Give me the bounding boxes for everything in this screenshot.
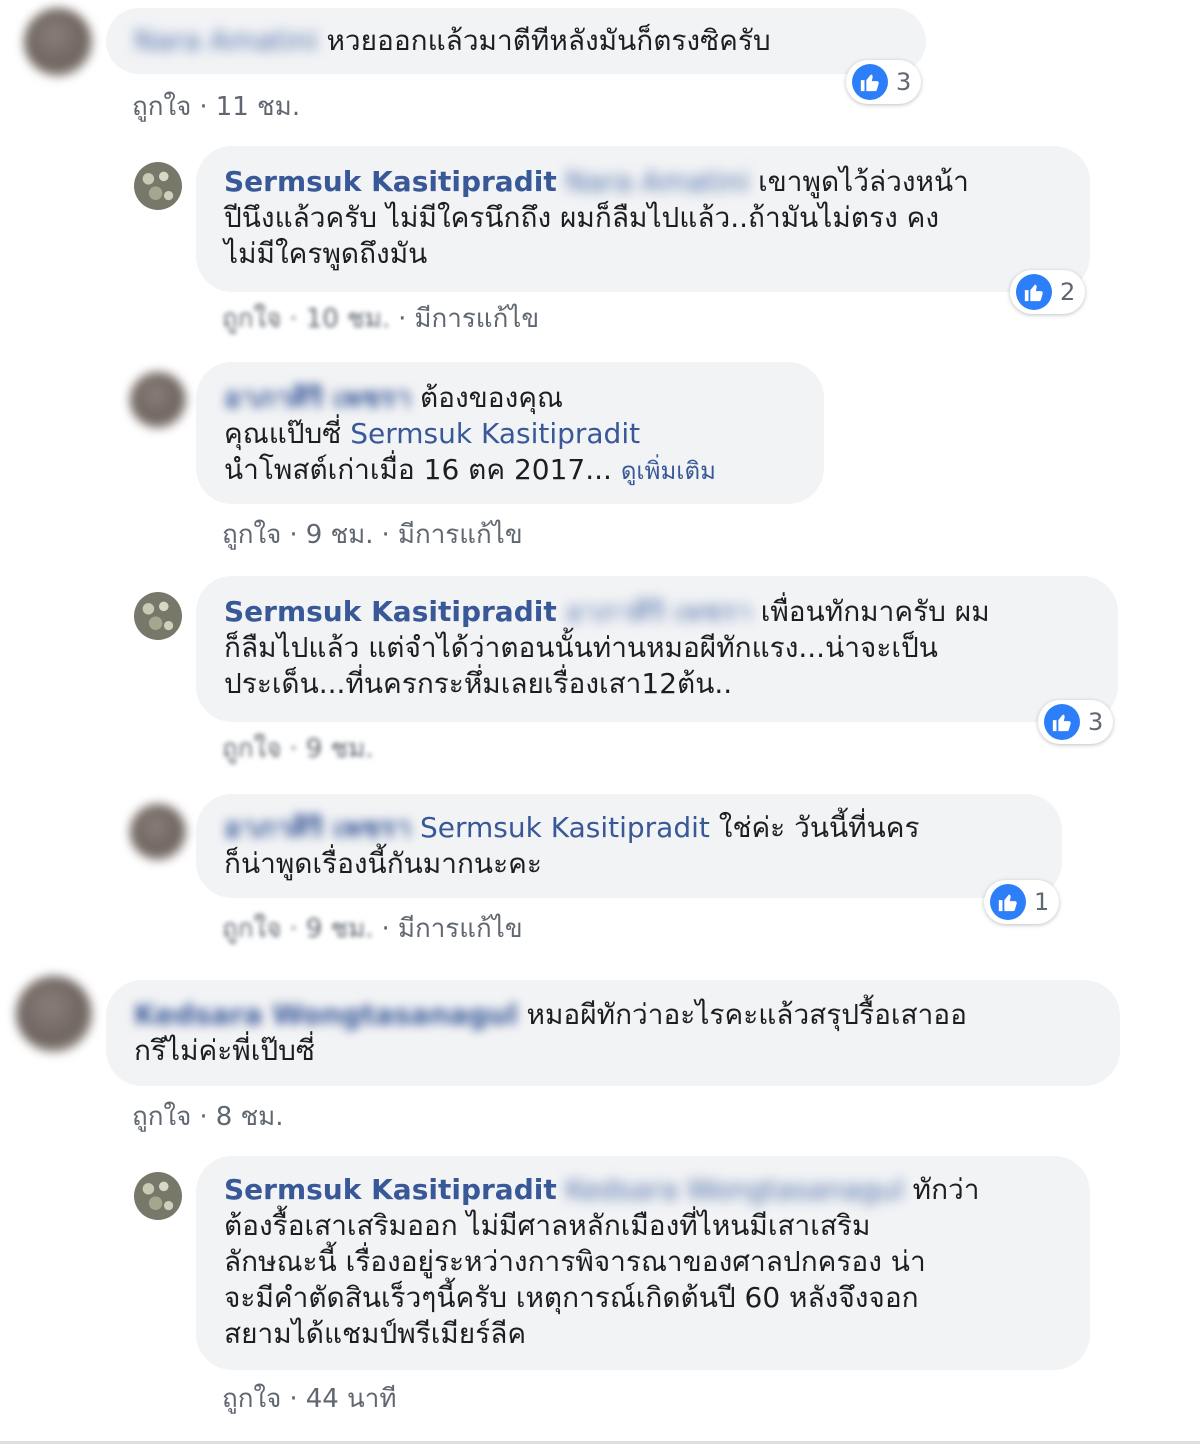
edited-label[interactable]: มีการแก้ไข: [398, 520, 523, 550]
comment-text-line: ปีนึงแล้วครับ ไม่มีใครนึกถึง ผมก็ลืมไปแล…: [224, 201, 940, 234]
comment-bubble: Sermsuk Kasitipradit อาภาศิริ เพชรา เพื่…: [196, 576, 1118, 722]
avatar[interactable]: [134, 1172, 182, 1220]
comment-text-line: ใช่ค่ะ วันนี้ที่นคร: [718, 811, 920, 844]
comment-text-line: จะมีคำตัดสินเร็วๆนี้ครับ เหตุการณ์เกิดต้…: [224, 1281, 919, 1314]
comment-meta: ถูกใจ · 44 นาที: [222, 1384, 397, 1414]
edited-label[interactable]: มีการแก้ไข: [414, 304, 539, 334]
comment-text: หวยออกแล้วมาตีทีหลังมันก็ตรงซิครับ: [326, 24, 771, 57]
like-link[interactable]: ถูกใจ: [222, 1384, 281, 1414]
comment-mention[interactable]: Nara Amatini: [566, 165, 750, 198]
comment-text-line: ก็ลืมไปแล้ว แต่จำได้ว่าตอนนั้นท่านหมอผีท…: [224, 631, 938, 664]
edited-label[interactable]: มีการแก้ไข: [398, 914, 523, 944]
like-thumb-icon: [852, 64, 888, 100]
comment-meta: ถูกใจ · 8 ชม.: [132, 1102, 284, 1132]
avatar[interactable]: [130, 804, 186, 860]
comment-bubble: อาภาศิริ เพชรา Sermsuk Kasitipradit ใช่ค…: [196, 794, 1062, 898]
comment-bubble: Sermsuk Kasitipradit Kedsara Wongtasanag…: [196, 1156, 1090, 1370]
comment-text-line: เพื่อนทักมาครับ ผม: [760, 595, 990, 628]
avatar[interactable]: [134, 162, 182, 210]
like-thumb-icon: [1016, 274, 1052, 310]
timestamp[interactable]: 10 ชม.: [306, 304, 390, 334]
avatar[interactable]: [130, 372, 186, 428]
like-thumb-icon: [1044, 704, 1080, 740]
reaction-count[interactable]: 2: [1010, 270, 1086, 314]
comment-text-line: ลักษณะนี้ เรื่องอยู่ระหว่างการพิจารณาของ…: [224, 1245, 926, 1278]
like-link[interactable]: ถูกใจ: [132, 1102, 191, 1132]
timestamp[interactable]: 44 นาที: [306, 1384, 397, 1414]
comment-text-line: ต้องของคุณ: [419, 381, 563, 414]
timestamp[interactable]: 9 ชม.: [306, 914, 374, 944]
timestamp[interactable]: 9 ชม.: [306, 520, 374, 550]
comment-text-line: หมอผีทักว่าอะไรคะแล้วสรุปรื้อเสาออ: [526, 998, 967, 1031]
comment-mention[interactable]: Kedsara Wongtasanagul: [566, 1173, 904, 1206]
reaction-number: 2: [1060, 278, 1076, 306]
comment-bubble: Sermsuk Kasitipradit Nara Amatini เขาพูด…: [196, 146, 1090, 292]
like-link[interactable]: ถูกใจ: [222, 914, 281, 944]
comment-meta: ถูกใจ · 9 ชม. · มีการแก้ไข: [222, 914, 523, 944]
comment-meta: ถูกใจ · 10 ชม. · มีการแก้ไข: [222, 304, 540, 334]
comment-mention[interactable]: Sermsuk Kasitipradit: [350, 417, 640, 450]
reaction-count[interactable]: 1: [984, 880, 1060, 924]
comment-text-line: ประเด็น...ที่นครกระหึ่มเลยเรื่องเสา12ต้น…: [224, 667, 733, 700]
reaction-count[interactable]: 3: [846, 60, 922, 104]
avatar[interactable]: [24, 8, 92, 76]
comment-text-line: คุณแป๊บซี่: [224, 417, 342, 450]
comment-author[interactable]: Kedsara Wongtasanagul: [134, 998, 518, 1031]
comment-text-line: ต้องรื้อเสาเสริมออก ไม่มีศาลหลักเมืองที่…: [224, 1209, 871, 1242]
comment-text-line: ไม่มีใครพูดถึงมัน: [224, 237, 428, 270]
comment-text-line: เขาพูดไว้ล่วงหน้า: [758, 165, 969, 198]
comment-meta: ถูกใจ · 9 ชม.: [222, 734, 374, 764]
comment-author[interactable]: Nara Amatini: [134, 24, 318, 57]
like-link[interactable]: ถูกใจ: [222, 734, 281, 764]
like-link[interactable]: ถูกใจ: [222, 304, 281, 334]
timestamp[interactable]: 11 ชม.: [216, 92, 300, 122]
comment-mention[interactable]: อาภาศิริ เพชรา: [566, 595, 752, 628]
comment-text-line: กรึไม่ค่ะพี่เป๊บซี่: [134, 1034, 315, 1067]
comment-author[interactable]: อาภาศิริ เพชรา: [224, 811, 411, 844]
comment-text-line: ทักว่า: [912, 1173, 980, 1206]
comment-bubble: Nara Amatini หวยออกแล้วมาตีทีหลังมันก็ตร…: [106, 8, 926, 74]
comment-author[interactable]: Sermsuk Kasitipradit: [224, 595, 557, 628]
like-thumb-icon: [990, 884, 1026, 920]
comment-meta: ถูกใจ · 11 ชม.: [132, 92, 301, 122]
comment-author[interactable]: Sermsuk Kasitipradit: [224, 165, 557, 198]
comment-bubble: อาภาศิริ เพชรา ต้องของคุณ คุณแป๊บซี่ Ser…: [196, 362, 824, 504]
comment-text-line: นำโพสต์เก่าเมื่อ 16 ตค 2017...: [224, 453, 612, 486]
comment-author[interactable]: อาภาศิริ เพชรา: [224, 381, 411, 414]
see-more-link[interactable]: ดูเพิ่มเติม: [621, 457, 716, 485]
timestamp[interactable]: 8 ชม.: [216, 1102, 284, 1132]
reaction-count[interactable]: 3: [1038, 700, 1114, 744]
reaction-number: 1: [1034, 888, 1050, 916]
reaction-number: 3: [896, 68, 912, 96]
like-link[interactable]: ถูกใจ: [222, 520, 281, 550]
timestamp[interactable]: 9 ชม.: [306, 734, 374, 764]
avatar[interactable]: [134, 592, 182, 640]
comment-author[interactable]: Sermsuk Kasitipradit: [224, 1173, 557, 1206]
like-link[interactable]: ถูกใจ: [132, 92, 191, 122]
comment-text-line: ก็น่าพูดเรื่องนี้กันมากนะคะ: [224, 847, 542, 880]
comment-bubble: Kedsara Wongtasanagul หมอผีทักว่าอะไรคะแ…: [106, 980, 1120, 1086]
reaction-number: 3: [1088, 708, 1104, 736]
avatar[interactable]: [16, 976, 92, 1052]
comment-mention[interactable]: Sermsuk Kasitipradit: [420, 811, 710, 844]
comment-text-line: สยามได้แชมป์พรีเมียร์ลีค: [224, 1317, 527, 1350]
comment-meta: ถูกใจ · 9 ชม. · มีการแก้ไข: [222, 520, 523, 550]
